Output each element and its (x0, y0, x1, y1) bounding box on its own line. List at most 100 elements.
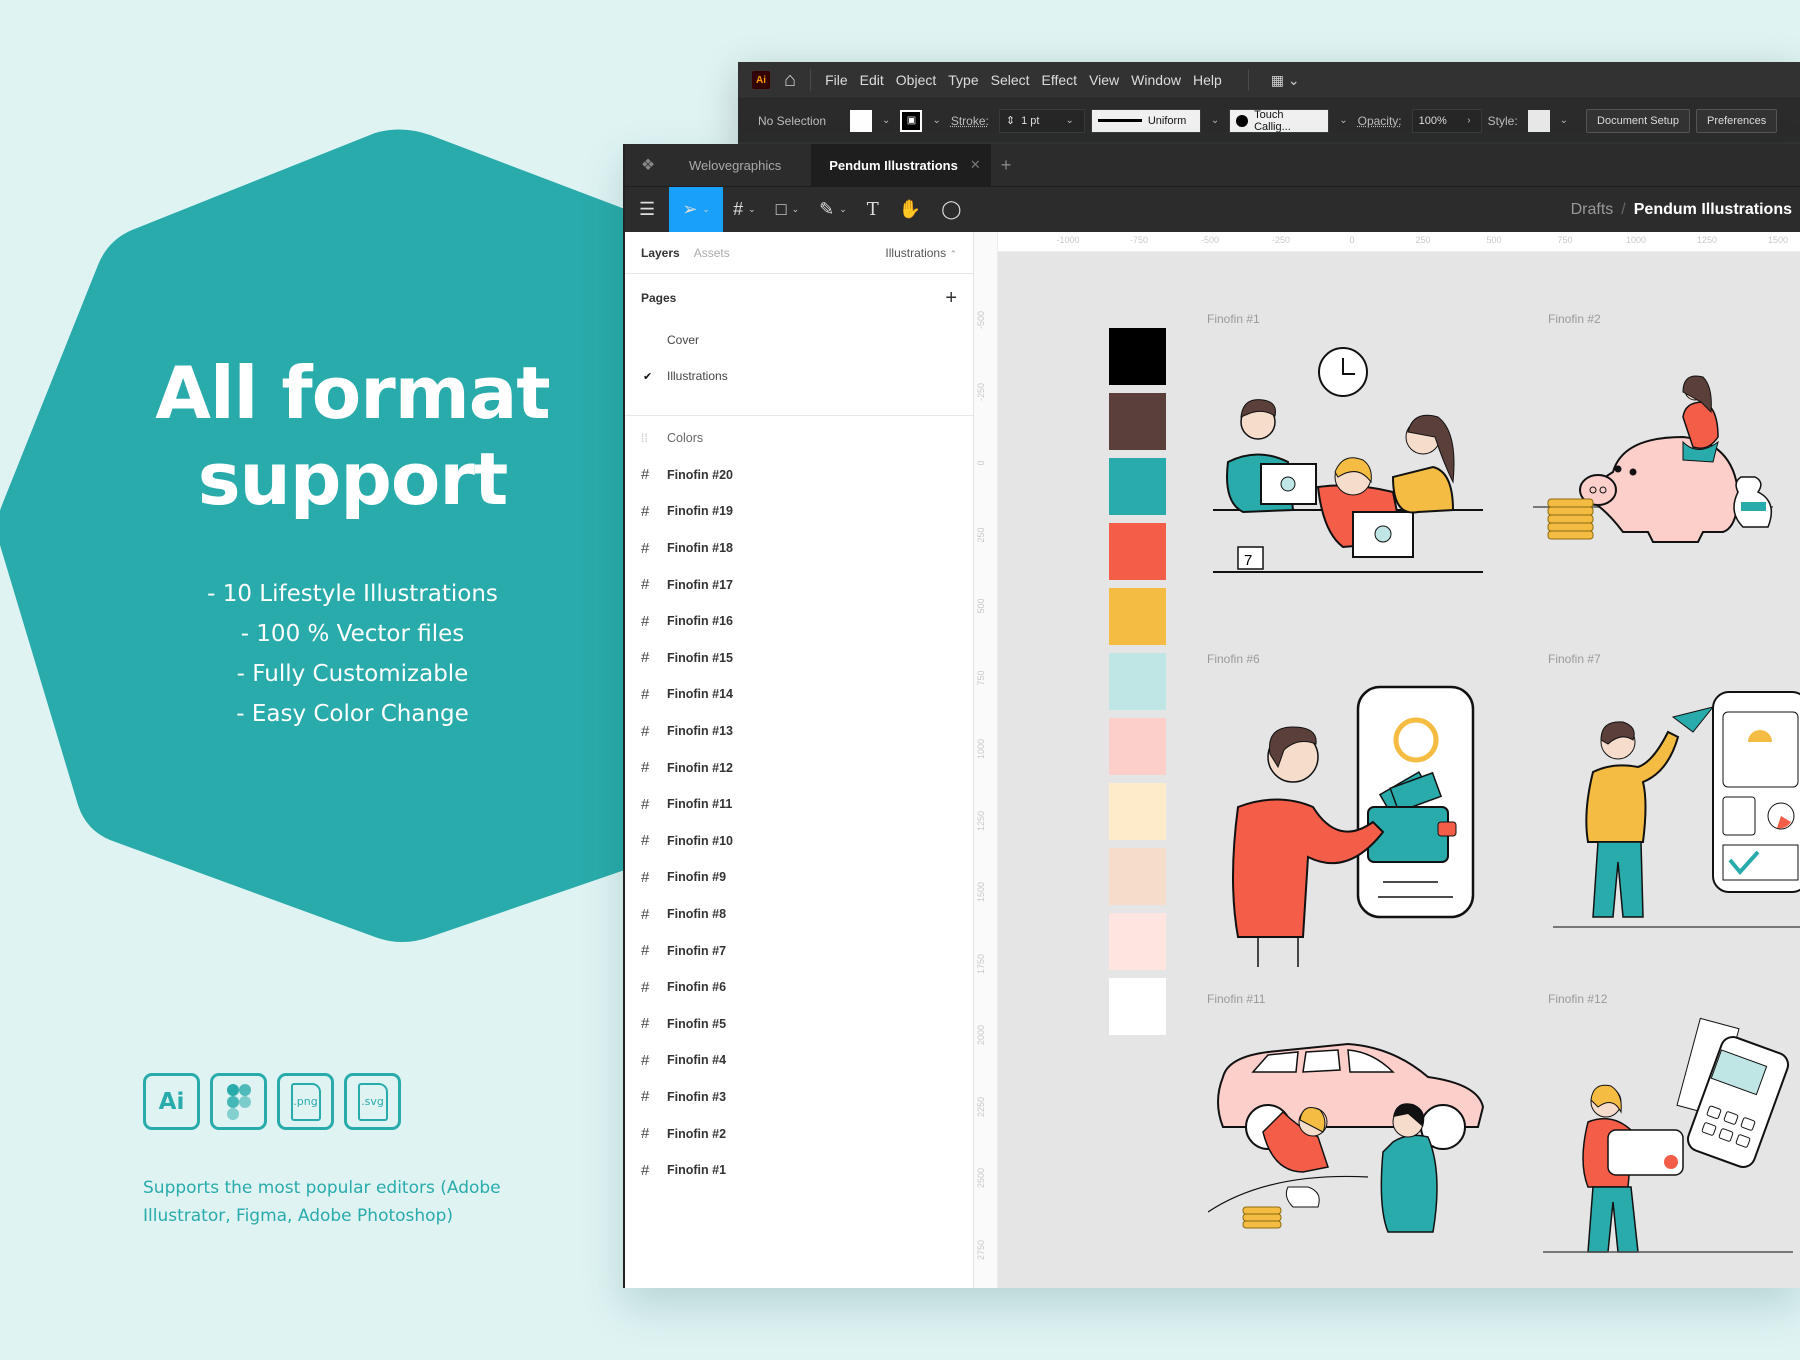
layer-item[interactable]: # Finofin #14 (625, 676, 973, 713)
shape-tool[interactable]: □ ⌄ (766, 187, 809, 233)
layer-item[interactable]: # Finofin #6 (625, 969, 973, 1006)
workspace-switcher-icon[interactable]: ▦ ⌄ (1271, 72, 1300, 89)
main-menu-icon[interactable]: ☰ (625, 187, 669, 233)
close-tab-icon[interactable]: ✕ (970, 157, 981, 173)
layer-item-colors[interactable]: ⁞⁞ Colors (625, 420, 973, 457)
tab-layers[interactable]: Layers (641, 246, 680, 260)
chevron-right-icon[interactable]: › (1463, 115, 1474, 126)
layer-item[interactable]: # Finofin #4 (625, 1042, 973, 1079)
fill-swatch[interactable] (850, 109, 873, 132)
chevron-down-icon[interactable]: ⌄ (1335, 115, 1351, 126)
tab-welovegraphics[interactable]: Welovegraphics (671, 144, 811, 186)
feature-item: - 100 % Vector files (240, 621, 465, 647)
opacity-label[interactable]: Opacity: (1358, 114, 1402, 128)
stroke-swatch[interactable]: ▣ (900, 109, 923, 132)
layer-item[interactable]: # Finofin #19 (625, 493, 973, 530)
menu-view[interactable]: View (1089, 72, 1119, 88)
frame-label[interactable]: Finofin #11 (1207, 992, 1265, 1006)
layer-item[interactable]: # Finofin #18 (625, 530, 973, 567)
layer-item[interactable]: # Finofin #8 (625, 896, 973, 933)
color-swatch[interactable] (1109, 848, 1166, 905)
menu-effect[interactable]: Effect (1042, 72, 1078, 88)
frame-hash-icon: # (733, 199, 744, 219)
color-swatch[interactable] (1109, 783, 1166, 840)
breadcrumb-current[interactable]: Pendum Illustrations (1634, 201, 1792, 218)
opacity-field[interactable]: 100% › (1411, 108, 1482, 133)
menu-type[interactable]: Type (948, 72, 978, 88)
illustration-finofin-6[interactable] (1218, 682, 1488, 972)
page-item-cover[interactable]: Cover (625, 322, 973, 358)
menu-window[interactable]: Window (1131, 72, 1181, 88)
brush-select[interactable]: Touch Callig... (1229, 108, 1330, 133)
frame-label[interactable]: Finofin #2 (1548, 312, 1601, 326)
illustration-finofin-7[interactable] (1553, 682, 1800, 942)
menu-help[interactable]: Help (1193, 72, 1222, 88)
tab-pendum-illustrations[interactable]: Pendum Illustrations ✕ (811, 144, 991, 186)
frame-label[interactable]: Finofin #7 (1548, 652, 1601, 666)
color-swatch[interactable] (1109, 523, 1166, 580)
layer-item[interactable]: # Finofin #3 (625, 1079, 973, 1116)
chevron-down-icon[interactable]: ⌄ (1061, 115, 1077, 126)
frame-label[interactable]: Finofin #1 (1207, 312, 1260, 326)
chevron-down-icon[interactable]: ⌄ (878, 115, 894, 126)
chevron-down-icon[interactable]: ⌄ (1207, 115, 1223, 126)
home-icon[interactable]: ⌂ (784, 69, 796, 92)
tab-assets[interactable]: Assets (694, 246, 730, 260)
frame-label[interactable]: Finofin #6 (1207, 652, 1260, 666)
layer-item[interactable]: # Finofin #1 (625, 1152, 973, 1189)
document-setup-button[interactable]: Document Setup (1586, 108, 1690, 133)
layer-item[interactable]: # Finofin #13 (625, 713, 973, 750)
rectangle-icon: □ (775, 199, 787, 219)
frame-tool[interactable]: # ⌄ (723, 187, 766, 233)
page-item-illustrations[interactable]: ✔ Illustrations (625, 358, 973, 394)
menu-file[interactable]: File (825, 72, 848, 88)
pen-tool[interactable]: ✎ ⌄ (809, 187, 857, 233)
color-swatch[interactable] (1109, 653, 1166, 710)
breadcrumb-parent[interactable]: Drafts (1571, 201, 1614, 218)
layer-item[interactable]: # Finofin #20 (625, 457, 973, 494)
page-selector[interactable]: Illustrations ⌃ (885, 246, 957, 260)
layer-item[interactable]: # Finofin #11 (625, 786, 973, 823)
layer-item[interactable]: # Finofin #16 (625, 603, 973, 640)
stepper-icon[interactable]: ⇕ (1006, 114, 1015, 127)
text-tool[interactable]: T (857, 187, 889, 233)
hand-tool[interactable]: ✋ (889, 187, 931, 233)
color-swatch[interactable] (1109, 393, 1166, 450)
layer-item[interactable]: # Finofin #9 (625, 859, 973, 896)
move-tool[interactable]: ➢ ⌄ (669, 186, 724, 233)
layer-item[interactable]: # Finofin #12 (625, 749, 973, 786)
stroke-profile-select[interactable]: Uniform (1090, 108, 1201, 133)
comment-tool[interactable]: ◯ (931, 187, 971, 233)
stroke-weight-field[interactable]: ⇕ 1 pt ⌄ (998, 108, 1085, 133)
design-canvas[interactable]: Finofin #1 Finofin #2 Finofin #6 Finofin… (998, 252, 1800, 1288)
stroke-label[interactable]: Stroke: (951, 114, 989, 128)
color-swatch[interactable] (1109, 588, 1166, 645)
figma-logo-icon[interactable]: ❖ (625, 155, 671, 175)
frame-label[interactable]: Finofin #12 (1548, 992, 1607, 1006)
illustration-finofin-11[interactable] (1208, 1022, 1498, 1252)
layer-item[interactable]: # Finofin #15 (625, 640, 973, 677)
illustration-finofin-2[interactable] (1533, 362, 1773, 572)
chevron-down-icon[interactable]: ⌄ (928, 115, 944, 126)
add-page-icon[interactable]: + (945, 287, 957, 310)
color-swatch[interactable] (1109, 458, 1166, 515)
menu-edit[interactable]: Edit (860, 72, 884, 88)
layer-item[interactable]: # Finofin #17 (625, 566, 973, 603)
color-swatch[interactable] (1109, 913, 1166, 970)
color-swatch[interactable] (1109, 328, 1166, 385)
illustration-finofin-12[interactable] (1543, 1012, 1793, 1272)
layer-item[interactable]: # Finofin #10 (625, 823, 973, 860)
color-swatch[interactable] (1109, 718, 1166, 775)
vertical-ruler: -500 -250 0 250 500 750 1000 1250 1500 1750 2000 22… (974, 232, 998, 1288)
layer-item[interactable]: # Finofin #2 (625, 1115, 973, 1152)
layer-item[interactable]: # Finofin #5 (625, 1006, 973, 1043)
chevron-down-icon[interactable]: ⌄ (1556, 115, 1572, 126)
menu-object[interactable]: Object (896, 72, 936, 88)
new-tab-icon[interactable]: + (1001, 155, 1012, 176)
menu-select[interactable]: Select (991, 72, 1030, 88)
style-swatch[interactable] (1527, 109, 1550, 132)
illustration-finofin-1[interactable]: 7 (1203, 342, 1493, 582)
layer-item[interactable]: # Finofin #7 (625, 932, 973, 969)
color-swatch[interactable] (1109, 978, 1166, 1035)
preferences-button[interactable]: Preferences (1695, 108, 1778, 133)
